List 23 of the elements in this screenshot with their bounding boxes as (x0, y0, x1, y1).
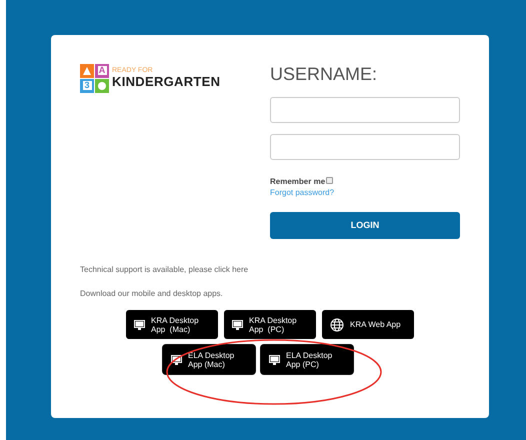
app-download-button[interactable]: KRA Desktop App (Mac) (126, 310, 218, 339)
username-field[interactable] (270, 97, 460, 123)
logo-tile-letter: A (98, 66, 106, 75)
logo-wordmark: KINDERGARTEN (112, 75, 220, 89)
app-download-button[interactable]: KRA Web App (322, 310, 414, 339)
circle-icon (98, 82, 106, 90)
support-text[interactable]: Technical support is available, please click here (80, 264, 460, 276)
monitor-icon (171, 354, 182, 364)
app-download-button[interactable]: ELA Desktop App (Mac) (163, 345, 255, 374)
username-heading: USERNAME: (270, 64, 378, 84)
remember-me-label: Remember me (270, 176, 326, 188)
app-download-button[interactable]: KRA Desktop App (PC) (224, 310, 316, 339)
monitor-icon (269, 354, 280, 364)
app-download-button[interactable]: ELA Desktop App (PC) (261, 345, 353, 374)
monitor-icon (232, 320, 243, 330)
monitor-icon (134, 320, 145, 330)
globe-icon (330, 318, 344, 332)
logo-tile-letter: 3 (84, 81, 90, 90)
download-text: Download our mobile and desktop apps. (80, 288, 224, 300)
password-field[interactable] (270, 134, 460, 160)
login-button[interactable]: LOGIN (270, 212, 460, 239)
triangle-icon (83, 66, 91, 74)
remember-me-checkbox[interactable] (326, 177, 334, 184)
